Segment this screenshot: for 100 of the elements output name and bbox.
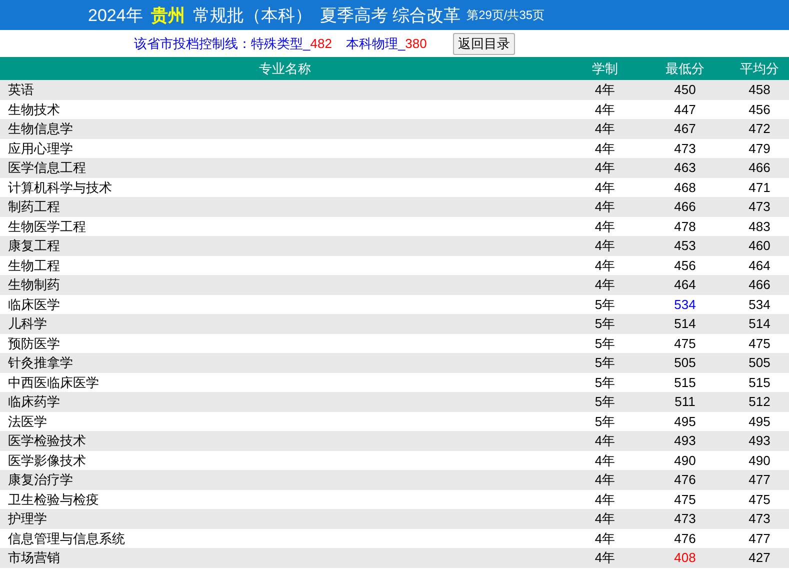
min-score-cell: 463 (640, 158, 730, 178)
duration-cell: 4年 (570, 216, 640, 236)
duration-cell: 5年 (570, 353, 640, 372)
duration-cell: 4年 (570, 119, 640, 138)
major-cell: 应用心理学 (0, 138, 570, 158)
avg-score-cell: 473 (730, 197, 789, 216)
major-cell: 生物信息学 (0, 119, 570, 138)
duration-cell: 4年 (570, 236, 640, 256)
duration-cell: 4年 (570, 275, 640, 294)
duration-cell: 4年 (570, 80, 640, 100)
avg-score-cell: 473 (730, 509, 789, 528)
control-line-label: 该省市投档控制线： (134, 34, 251, 52)
avg-score-cell: 512 (730, 392, 789, 412)
min-score-cell: 468 (640, 178, 730, 197)
year-text: 2024年 (88, 4, 143, 26)
avg-score-cell: 460 (730, 236, 789, 256)
duration-cell: 5年 (570, 392, 640, 412)
avg-score-cell: 472 (730, 119, 789, 138)
major-cell: 法医学 (0, 412, 570, 431)
min-score-cell: 473 (640, 509, 730, 528)
column-header: 专业名称 (0, 57, 570, 80)
min-score-cell: 467 (640, 119, 730, 138)
avg-score-cell: 515 (730, 372, 789, 392)
min-score-cell: 476 (640, 470, 730, 490)
major-cell: 制药工程 (0, 197, 570, 216)
min-score-cell: 450 (640, 80, 730, 100)
avg-score-cell: 493 (730, 431, 789, 450)
major-cell: 生物医学工程 (0, 216, 570, 236)
control-line-value: 特殊类型_482 (251, 34, 332, 52)
duration-cell: 4年 (570, 450, 640, 470)
major-cell: 儿科学 (0, 314, 570, 334)
min-score-cell: 495 (640, 412, 730, 431)
min-score-cell: 466 (640, 197, 730, 216)
min-score-cell: 478 (640, 216, 730, 236)
min-score-cell: 515 (640, 372, 730, 392)
duration-cell: 4年 (570, 197, 640, 216)
avg-score-cell: 477 (730, 470, 789, 490)
avg-score-cell: 458 (730, 80, 789, 100)
duration-cell: 4年 (570, 490, 640, 509)
major-cell: 护理学 (0, 509, 570, 528)
major-cell: 市场营销 (0, 548, 570, 568)
major-cell: 生物制药 (0, 275, 570, 294)
min-score-cell: 493 (640, 431, 730, 450)
duration-cell: 4年 (570, 509, 640, 528)
avg-score-cell: 495 (730, 412, 789, 431)
min-score-cell: 447 (640, 100, 730, 119)
major-cell: 信息管理与信息系统 (0, 528, 570, 548)
min-score-cell: 475 (640, 334, 730, 353)
major-cell: 预防医学 (0, 334, 570, 353)
duration-cell: 5年 (570, 294, 640, 314)
major-cell: 临床医学 (0, 294, 570, 314)
column-header: 学制 (570, 57, 640, 80)
batch-text: 常规批（本科） (192, 4, 312, 26)
major-cell: 中西医临床医学 (0, 372, 570, 392)
major-cell: 康复治疗学 (0, 470, 570, 490)
avg-score-cell: 477 (730, 528, 789, 548)
min-score-cell: 505 (640, 353, 730, 372)
avg-score-cell: 534 (730, 294, 789, 314)
column-header: 最低分 (640, 57, 730, 80)
avg-score-cell: 514 (730, 314, 789, 334)
province-text: 贵州 (150, 4, 185, 26)
major-cell: 针灸推拿学 (0, 353, 570, 372)
major-cell: 康复工程 (0, 236, 570, 256)
min-score-cell: 453 (640, 236, 730, 256)
min-score-cell: 476 (640, 528, 730, 548)
min-score-cell: 475 (640, 490, 730, 509)
duration-cell: 4年 (570, 470, 640, 490)
major-cell: 生物技术 (0, 100, 570, 119)
avg-score-cell: 475 (730, 490, 789, 509)
min-score-cell: 490 (640, 450, 730, 470)
min-score-cell: 511 (640, 392, 730, 412)
control-line-value: 本科物理_380 (346, 34, 427, 52)
avg-score-cell: 466 (730, 158, 789, 178)
column-header: 平均分 (730, 57, 789, 80)
page-indicator: 第29页/共35页 (466, 6, 545, 24)
major-cell: 临床药学 (0, 392, 570, 412)
min-score-cell: 408 (640, 548, 730, 568)
duration-cell: 4年 (570, 431, 640, 450)
avg-score-cell: 464 (730, 256, 789, 275)
duration-cell: 5年 (570, 314, 640, 334)
min-score-cell: 464 (640, 275, 730, 294)
major-cell: 英语 (0, 80, 570, 100)
major-cell: 卫生检验与检疫 (0, 490, 570, 509)
avg-score-cell: 483 (730, 216, 789, 236)
major-cell: 医学影像技术 (0, 450, 570, 470)
avg-score-cell: 475 (730, 334, 789, 353)
major-cell: 计算机科学与技术 (0, 178, 570, 197)
duration-cell: 5年 (570, 372, 640, 392)
major-cell: 医学信息工程 (0, 158, 570, 178)
major-cell: 生物工程 (0, 256, 570, 275)
duration-cell: 4年 (570, 138, 640, 158)
avg-score-cell: 466 (730, 275, 789, 294)
avg-score-cell: 427 (730, 548, 789, 568)
avg-score-cell: 490 (730, 450, 789, 470)
duration-cell: 4年 (570, 528, 640, 548)
back-button[interactable]: 返回目录 (452, 32, 515, 54)
min-score-cell: 514 (640, 314, 730, 334)
avg-score-cell: 456 (730, 100, 789, 119)
min-score-cell: 473 (640, 138, 730, 158)
min-score-cell: 456 (640, 256, 730, 275)
